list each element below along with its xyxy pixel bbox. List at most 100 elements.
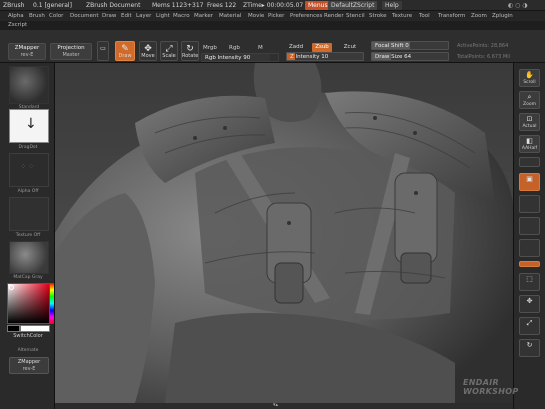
material-thumbnail[interactable] [9, 241, 49, 274]
arrow-down-icon: ↓ [25, 116, 37, 132]
chevron-down-icon[interactable]: ▾▴ [273, 402, 278, 408]
draw-label: Draw [118, 53, 132, 59]
menu-render[interactable]: Render [324, 12, 344, 20]
aahalf-button[interactable]: ◧ AAHalf [519, 135, 540, 153]
active-points-readout: ActivePoints: 28,864 [457, 43, 509, 49]
menu-color[interactable]: Color [49, 12, 63, 20]
projection-label: Projection [57, 45, 85, 51]
menu-movie[interactable]: Movie [248, 12, 264, 20]
local-button[interactable] [519, 217, 540, 235]
zmapper-top-sub: rev-E [20, 52, 34, 58]
zoom-icon: ⌕ [527, 93, 532, 101]
edit-toggle-button[interactable]: ▭ [97, 41, 109, 61]
canister-left-cap [274, 262, 304, 304]
edit-object-icon: ▣ [526, 175, 533, 183]
actual-button[interactable]: ⊡ Actual [519, 113, 540, 131]
texture-thumbnail[interactable] [9, 197, 49, 231]
sculpt-viewport[interactable] [55, 63, 513, 403]
menu-layer[interactable]: Layer [136, 12, 151, 20]
hue-strip[interactable] [50, 283, 54, 324]
scale-label: Scale [162, 53, 176, 59]
menu-tool[interactable]: Tool [419, 12, 430, 20]
zmapper-bottom-button[interactable]: ZMapper rev-E [9, 357, 49, 374]
default-zscript-button[interactable]: DefaultZScript [328, 1, 378, 10]
document-name: ZBrush Document [86, 2, 141, 9]
edit-object-button[interactable]: ▣ [519, 173, 540, 191]
alpha-thumbnail[interactable]: ⁘⁘ [9, 153, 49, 187]
menu-texture[interactable]: Texture [392, 12, 412, 20]
mem-readout: Mems 1123+317 [152, 2, 204, 9]
document-canvas[interactable] [55, 63, 513, 403]
right-shelf: ✋ Scroll ⌕ Zoom ⊡ Actual ◧ AAHalf ▣ ⬚ ✥ … [513, 63, 545, 409]
zoom-button[interactable]: ⌕ Zoom [519, 91, 540, 109]
zcut-button[interactable]: Zcut [340, 43, 360, 52]
scroll-button[interactable]: ✋ Scroll [519, 69, 540, 87]
zmapper-top-button[interactable]: ZMapper rev-E [8, 43, 46, 60]
menu-light[interactable]: Light [156, 12, 170, 20]
persp-button[interactable] [519, 157, 540, 167]
menu-zplugin[interactable]: Zplugin [492, 12, 513, 20]
menu-preferences[interactable]: Preferences [290, 12, 322, 20]
help-button[interactable]: Help [382, 1, 402, 10]
menu-zoom[interactable]: Zoom [471, 12, 487, 20]
canister-right [394, 172, 438, 264]
menu-material[interactable]: Material [219, 12, 241, 20]
scroll-label: Scroll [523, 80, 536, 85]
m-button[interactable]: M [258, 45, 263, 51]
projection-master-button[interactable]: Projection Master [50, 43, 92, 60]
menu-edit[interactable]: Edit [121, 12, 132, 20]
draw-button[interactable]: ✎ Draw [115, 41, 135, 61]
rotate-button[interactable]: ↻ Rotate [181, 41, 199, 61]
secondary-color-swatch[interactable] [20, 325, 50, 332]
menu-marker[interactable]: Marker [194, 12, 213, 20]
stroke-thumbnail[interactable]: ↓ [9, 109, 49, 143]
scroll-icon: ✋ [525, 71, 534, 79]
focal-shift-slider[interactable]: Focal Shift 0 [371, 41, 449, 50]
rgb-button[interactable]: Rgb [229, 45, 240, 51]
brush-thumbnail[interactable]: Standard [9, 66, 49, 110]
mrgb-button[interactable]: Mrgb [203, 45, 217, 51]
menu-picker[interactable]: Picker [268, 12, 284, 20]
zsub-button[interactable]: Zsub [312, 43, 332, 52]
floor-button[interactable] [519, 195, 540, 213]
document-tag: 0.1 [general] [33, 2, 72, 9]
aahalf-icon: ◧ [526, 137, 533, 145]
z-intensity-slider[interactable]: Z Intensity 10 [286, 52, 364, 61]
scale-view-button[interactable]: ⤢ [519, 317, 540, 335]
zoom-label: Zoom [523, 102, 536, 107]
menu-document[interactable]: Document [70, 12, 99, 20]
switch-color-button[interactable]: SwitchColor [5, 333, 51, 339]
lsym-button[interactable] [519, 239, 540, 257]
menu-transform[interactable]: Transform [438, 12, 465, 20]
material-label: MatCap Gray [13, 275, 43, 280]
rgb-intensity-slider[interactable]: Rgb Intensity 90 [201, 53, 279, 62]
actual-icon: ⊡ [526, 115, 533, 123]
menu-brush[interactable]: Brush [29, 12, 45, 20]
ztime-readout: ZTime▸ 00:00:05.07 [243, 2, 304, 9]
move-button[interactable]: ✥ Move [139, 41, 157, 61]
primary-color-swatch[interactable] [7, 325, 20, 332]
rotate-view-button[interactable]: ↻ [519, 339, 540, 357]
scale-button[interactable]: ⤢ Scale [160, 41, 178, 61]
draw-size-slider[interactable]: Draw Size 64 [371, 52, 449, 61]
aahalf-label: AAHalf [521, 146, 538, 151]
edit-icon: ▭ [100, 45, 106, 52]
bottom-bar: ▾▴ [55, 402, 513, 409]
menu-draw[interactable]: Draw [102, 12, 116, 20]
menu-alpha[interactable]: Alpha [8, 12, 24, 20]
zadd-button[interactable]: Zadd [286, 43, 306, 52]
watermark: ENDAIR WORKSHOP [463, 378, 519, 396]
menus-button[interactable]: Menus [305, 1, 331, 10]
frame-button[interactable]: ⬚ [519, 273, 540, 291]
menu-stencil[interactable]: Stencil [346, 12, 365, 20]
menu-stroke[interactable]: Stroke [369, 12, 387, 20]
move-view-button[interactable]: ✥ [519, 295, 540, 313]
menu-zscript[interactable]: Zscript [8, 22, 27, 28]
menu-macro[interactable]: Macro [173, 12, 190, 20]
xyz-button[interactable] [519, 261, 540, 267]
focal-shift-text: Focal Shift 0 [375, 43, 409, 49]
free-readout: Frees 122 [207, 2, 237, 9]
window-controls-icon[interactable]: ◐ ○ ◑ [508, 1, 528, 10]
scale-view-icon: ⤢ [526, 319, 533, 327]
color-picker[interactable] [7, 283, 50, 324]
